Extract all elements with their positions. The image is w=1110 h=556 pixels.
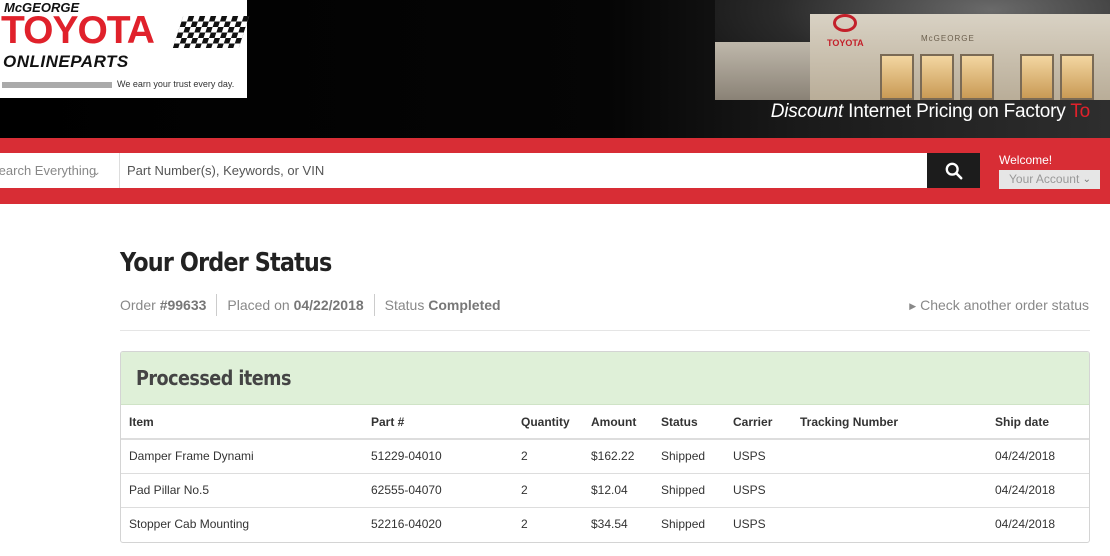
order-status: Status Completed [375, 294, 511, 316]
check-link-label: Check another order status [920, 297, 1089, 313]
slogan-text: Internet Pricing on Factory [843, 101, 1071, 122]
order-placed-date: Placed on 04/22/2018 [217, 294, 375, 316]
cell-amount: $162.22 [591, 439, 661, 474]
table-row: Stopper Cab Mounting 52216-04020 2 $34.5… [121, 507, 1089, 541]
welcome-text: Welcome! [999, 153, 1053, 167]
cell-status: Shipped [661, 439, 733, 474]
account-label: Your Account [1009, 172, 1080, 186]
caret-right-icon: ▶ [909, 301, 917, 311]
toyota-emblem-icon [833, 14, 857, 32]
col-tracking: Tracking Number [800, 405, 995, 440]
col-amount: Amount [591, 405, 661, 440]
search-bar: Search Everything⌄ [0, 153, 980, 188]
cell-ship-date: 04/24/2018 [995, 439, 1089, 474]
order-number: Order #99633 [120, 294, 218, 316]
search-category-select[interactable]: Search Everything⌄ [0, 153, 120, 188]
cell-status: Shipped [661, 473, 733, 508]
cell-tracking[interactable] [800, 473, 995, 508]
cell-ship-date: 04/24/2018 [995, 517, 1056, 532]
order-number-value: #99633 [159, 297, 207, 313]
items-table: Item Part # Quantity Amount Status Carri… [121, 405, 1089, 541]
cell-carrier: USPS [733, 517, 766, 532]
cell-carrier: USPS [733, 439, 800, 474]
cell-quantity: 2 [521, 473, 591, 508]
cell-quantity: 2 [521, 517, 528, 532]
search-input[interactable] [121, 153, 927, 188]
col-quantity: Quantity [521, 405, 591, 440]
header-slogan: Discount Internet Pricing on Factory To [771, 101, 1090, 123]
cell-part-number: 62555-04070 [371, 473, 521, 508]
col-status: Status [661, 405, 733, 440]
cell-tracking[interactable] [800, 507, 995, 541]
order-meta: Order #99633 Placed on 04/22/2018 Status… [120, 294, 511, 316]
cell-part-number: 51229-04010 [371, 439, 521, 474]
site-logo[interactable]: McGEORGE TOYOTA ONLINEPARTS We earn your… [0, 0, 250, 98]
check-another-order-link[interactable]: ▶ Check another order status [909, 294, 1089, 316]
cell-item: Damper Frame Dynami [121, 439, 371, 474]
chevron-down-icon: ⌄ [1082, 174, 1091, 185]
status-label: Status [384, 297, 429, 313]
placed-date-value: 04/22/2018 [293, 297, 364, 313]
checkered-flag-icon [172, 16, 250, 48]
cell-amount: $12.04 [591, 473, 661, 508]
logo-site-name: ONLINEPARTS [3, 52, 129, 71]
divider [120, 330, 1090, 331]
slogan-red-text: To [1070, 101, 1090, 122]
page-title: Your Order Status [120, 248, 332, 278]
col-carrier: Carrier [733, 405, 800, 440]
search-icon [945, 162, 962, 179]
col-item: Item [121, 405, 371, 440]
order-number-label: Order [120, 297, 160, 313]
logo-tagline: We earn your trust every day. [117, 79, 235, 89]
logo-make: TOYOTA [1, 9, 155, 52]
cell-tracking[interactable] [800, 439, 995, 474]
cell-carrier: USPS [733, 473, 800, 508]
cell-item: Stopper Cab Mounting [129, 517, 250, 532]
placed-label: Placed on [227, 297, 294, 313]
cell-item: Pad Pillar No.5 [121, 473, 371, 508]
dealership-photo: TOYOTA McGEORGE [715, 0, 1110, 100]
logo-underline [2, 82, 112, 88]
account-dropdown[interactable]: Your Account ⌄ [999, 170, 1100, 189]
building-sign-dealer: McGEORGE [921, 34, 975, 43]
cell-part-number: 52216-04020 [371, 517, 442, 532]
table-header-row: Item Part # Quantity Amount Status Carri… [121, 405, 1089, 440]
panel-title: Processed items [136, 366, 291, 390]
table-row: Damper Frame Dynami 51229-04010 2 $162.2… [121, 439, 1089, 474]
cell-quantity: 2 [521, 439, 591, 474]
slogan-emphasis: Discount [770, 101, 844, 122]
col-ship-date: Ship date [995, 405, 1089, 440]
header-banner: TOYOTA McGEORGE McGEORGE TOYOTA ONLINEPA… [0, 0, 1110, 138]
cell-status: Shipped [661, 517, 706, 532]
search-category-label: Search Everything [0, 163, 97, 178]
cell-amount: $34.54 [591, 517, 628, 532]
col-part-number: Part # [371, 405, 521, 440]
building-sign: TOYOTA [827, 38, 864, 48]
table-row: Pad Pillar No.5 62555-04070 2 $12.04 Shi… [121, 473, 1089, 508]
panel-header: Processed items [121, 352, 1089, 405]
search-button[interactable] [927, 153, 980, 188]
cell-ship-date: 04/24/2018 [995, 473, 1089, 508]
status-value: Completed [428, 297, 501, 313]
processed-items-panel: Processed items Item Part # Quantity Amo… [120, 351, 1090, 543]
